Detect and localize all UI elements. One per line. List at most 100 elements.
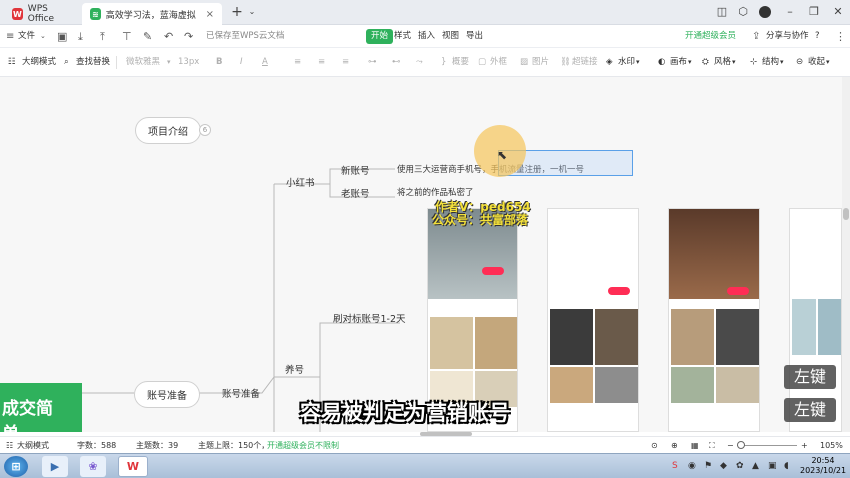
- status-outline-mode[interactable]: 大纲模式: [17, 440, 49, 451]
- topic-benchmark[interactable]: 刷对标账号1-2天: [333, 311, 406, 325]
- layout-icon[interactable]: ◫: [713, 4, 731, 20]
- link-icon[interactable]: ⛓: [560, 56, 571, 69]
- chevron-down-icon[interactable]: ▾: [688, 56, 692, 69]
- tab-style[interactable]: 样式: [389, 29, 416, 44]
- tab-view[interactable]: 视图: [437, 29, 464, 44]
- insert-sibling-icon[interactable]: ⊷: [392, 56, 401, 69]
- zoom-in-icon[interactable]: +: [801, 440, 808, 451]
- restore-icon[interactable]: ❐: [805, 4, 823, 20]
- font-color-button[interactable]: A: [262, 56, 268, 69]
- cube-icon[interactable]: ⬡: [734, 4, 752, 20]
- insert-child-icon[interactable]: ⊶: [368, 56, 377, 69]
- outline-icon[interactable]: ☷: [6, 440, 13, 451]
- align-right-icon[interactable]: ≡: [342, 56, 349, 69]
- chevron-down-icon[interactable]: ▾: [780, 56, 784, 69]
- save-icon[interactable]: ▣: [57, 29, 67, 44]
- summary-button[interactable]: 概要: [452, 56, 469, 69]
- vertical-scroll-thumb[interactable]: [843, 208, 849, 220]
- chevron-down-icon[interactable]: ⌄: [40, 29, 46, 44]
- topic-account-prep-child[interactable]: 账号准备: [222, 386, 260, 400]
- map-icon[interactable]: ▦: [691, 440, 699, 451]
- help-button[interactable]: ?: [815, 29, 820, 44]
- chevron-down-icon[interactable]: ▾: [167, 56, 171, 69]
- file-menu[interactable]: 文件: [18, 29, 35, 44]
- avatar[interactable]: [756, 4, 774, 20]
- style-button[interactable]: 风格: [714, 56, 731, 69]
- collapse-button[interactable]: 收起: [808, 56, 825, 69]
- structure-icon[interactable]: ⊹: [750, 56, 757, 69]
- close-window-icon[interactable]: ✕: [829, 4, 847, 20]
- frame-icon[interactable]: ▢: [478, 56, 486, 69]
- tray-icon[interactable]: ▲: [752, 461, 759, 471]
- download-icon[interactable]: ⤓: [78, 29, 83, 44]
- summary-icon[interactable]: }: [441, 56, 446, 69]
- tab-document[interactable]: ≋ 高效学习法，蓝海虚拟资源项目， ×: [82, 3, 222, 25]
- note-old-account[interactable]: 将之前的作品私密了: [397, 186, 474, 198]
- locate-icon[interactable]: ⊕: [671, 440, 678, 451]
- tray-icon[interactable]: ◆: [720, 461, 727, 471]
- structure-button[interactable]: 结构: [762, 56, 779, 69]
- fullscreen-icon[interactable]: ⛶: [709, 440, 715, 451]
- image-button[interactable]: 图片: [532, 56, 549, 69]
- style-icon[interactable]: ⛭: [702, 56, 709, 69]
- font-select[interactable]: 微软雅黑: [126, 56, 160, 69]
- collapse-icon[interactable]: ⊝: [796, 56, 803, 69]
- link-button[interactable]: 超链接: [572, 56, 598, 69]
- relation-icon[interactable]: ⤳: [416, 56, 423, 69]
- font-size-select[interactable]: 13px: [178, 56, 199, 69]
- app-icon[interactable]: ❀: [80, 456, 106, 477]
- wps-taskbar-icon[interactable]: W: [118, 456, 148, 477]
- tab-insert[interactable]: 插入: [413, 29, 440, 44]
- start-button-icon[interactable]: ⊞: [4, 456, 28, 477]
- canvas-icon[interactable]: ◐: [658, 56, 665, 69]
- tray-icon[interactable]: ◉: [688, 461, 696, 471]
- zoom-slider[interactable]: [737, 445, 797, 446]
- italic-button[interactable]: I: [240, 56, 243, 69]
- video-player-icon[interactable]: ▶: [42, 456, 68, 477]
- chevron-down-icon[interactable]: ⌄: [243, 4, 261, 20]
- topic-xiaohongshu[interactable]: 小红书: [286, 175, 315, 189]
- bold-button[interactable]: B: [216, 56, 222, 69]
- outline-mode-button[interactable]: 大纲模式: [22, 56, 56, 69]
- volume-icon[interactable]: ◖: [784, 461, 789, 471]
- minimize-icon[interactable]: –: [781, 4, 799, 20]
- tab-export[interactable]: 导出: [461, 29, 488, 44]
- align-left-icon[interactable]: ≡: [294, 56, 301, 69]
- export-icon[interactable]: ⤒: [100, 29, 105, 44]
- play-icon[interactable]: ⊙: [651, 440, 658, 451]
- chevron-down-icon[interactable]: ▾: [636, 56, 640, 69]
- share-icon[interactable]: ⇪: [752, 29, 760, 44]
- close-icon[interactable]: ×: [206, 9, 214, 20]
- pen-icon[interactable]: ✎: [143, 29, 152, 44]
- watermark-button[interactable]: 水印: [618, 56, 635, 69]
- upgrade-link[interactable]: 开通超级会员不限制: [267, 440, 339, 451]
- zoom-level[interactable]: 105%: [820, 440, 843, 451]
- vertical-scrollbar[interactable]: [842, 77, 850, 432]
- chevron-down-icon[interactable]: ▾: [826, 56, 830, 69]
- share-button[interactable]: 分享与协作: [766, 29, 809, 44]
- ime-icon[interactable]: S: [672, 461, 678, 471]
- tab-wps-office[interactable]: W WPS Office: [4, 3, 80, 25]
- topic-project-intro[interactable]: 项目介绍: [135, 117, 201, 144]
- chevron-down-icon[interactable]: ▾: [732, 56, 736, 69]
- network-icon[interactable]: ▣: [768, 461, 777, 471]
- frame-button[interactable]: 外框: [490, 56, 507, 69]
- topic-new-account[interactable]: 新账号: [341, 163, 370, 177]
- align-center-icon[interactable]: ≡: [318, 56, 325, 69]
- search-icon[interactable]: ⌕: [64, 56, 69, 69]
- outline-icon[interactable]: ☷: [8, 56, 16, 69]
- tray-icon[interactable]: ✿: [736, 461, 744, 471]
- watermark-icon[interactable]: ◈: [606, 56, 613, 69]
- find-replace-button[interactable]: 查找替换: [76, 56, 110, 69]
- tray-icon[interactable]: ⚑: [704, 461, 712, 471]
- topic-old-account[interactable]: 老账号: [341, 186, 370, 200]
- topic-account-prep[interactable]: 账号准备: [134, 381, 200, 408]
- undo-icon[interactable]: ↶: [164, 29, 173, 44]
- mindmap-canvas[interactable]: 项目介绍 6 小红书 新账号 使用三大运营商手机号，手机流量注册，一机一号 老账…: [0, 77, 842, 432]
- zoom-out-icon[interactable]: −: [727, 440, 734, 451]
- system-clock[interactable]: 20:54 2023/10/21: [800, 456, 846, 476]
- zoom-slider-handle[interactable]: [737, 441, 745, 449]
- format-painter-icon[interactable]: ⊤: [122, 29, 132, 44]
- more-icon[interactable]: ⋮: [835, 29, 846, 44]
- topic-nurture[interactable]: 养号: [285, 362, 304, 376]
